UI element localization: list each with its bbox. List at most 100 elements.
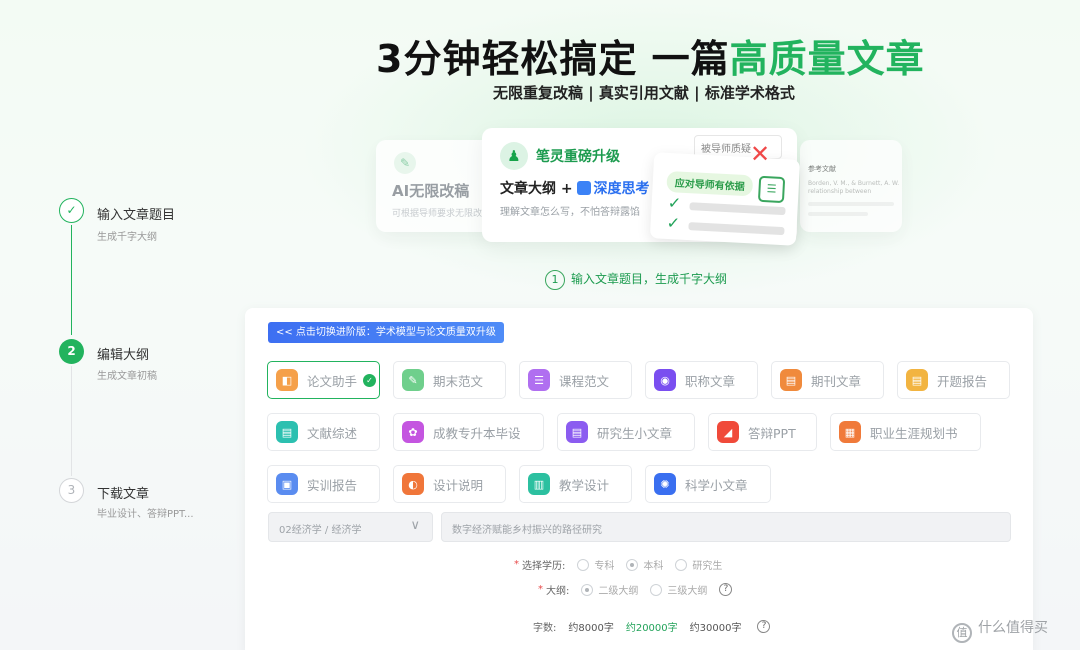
watermark-text: 什么值得买 bbox=[978, 620, 1048, 636]
stepper-line-done bbox=[71, 225, 72, 335]
category-label: 开题报告 bbox=[937, 373, 988, 389]
hero-subtitle: 无限重复改稿 | 真实引用文献 | 标准学术格式 bbox=[493, 84, 795, 102]
help-icon[interactable]: ? bbox=[757, 620, 771, 633]
category-grad-short-article[interactable]: ▤ 研究生小文章 bbox=[557, 413, 695, 451]
feature-headline: 文章大纲 + 深度思考 bbox=[500, 178, 649, 198]
document-icon: ▤ bbox=[276, 421, 298, 443]
radio-two-level[interactable] bbox=[581, 583, 594, 596]
category-label: 期末范文 bbox=[433, 373, 484, 389]
topic-input[interactable]: 数字经济赋能乡村振兴的路径研究 bbox=[441, 512, 1011, 542]
deep-think-icon bbox=[577, 181, 592, 195]
step-2-title[interactable]: 编辑大纲 bbox=[97, 344, 149, 363]
check-icon: ✓ bbox=[666, 212, 681, 233]
category-proposal[interactable]: ▤ 开题报告 bbox=[897, 361, 1010, 399]
category-label: 研究生小文章 bbox=[597, 425, 673, 441]
chess-piece-icon: ♟ bbox=[500, 142, 528, 170]
list-icon: ☰ bbox=[528, 369, 550, 391]
flower-icon: ✿ bbox=[402, 421, 424, 443]
wordcount-8000[interactable]: 约8000字 bbox=[568, 619, 613, 634]
category-career-plan[interactable]: ▦ 职业生涯规划书 bbox=[830, 413, 981, 451]
category-label: 答辩PPT bbox=[748, 425, 796, 441]
step-1-check-icon: ✓ bbox=[59, 198, 84, 223]
discipline-value: 02经济学 / 经济学 bbox=[279, 525, 362, 536]
teaching-icon: ▥ bbox=[528, 473, 550, 495]
step-caption-text: 输入文章题目，生成千字大纲 bbox=[571, 272, 728, 286]
step-3-sub: 毕业设计、答辩PPT... bbox=[97, 509, 194, 520]
category-label: 论文助手 bbox=[307, 373, 358, 389]
edit-icon: ✎ bbox=[394, 152, 416, 174]
step-number: 1 bbox=[545, 270, 565, 290]
category-training-report[interactable]: ▣ 实训报告 bbox=[267, 465, 380, 503]
step-2-number: 2 bbox=[59, 339, 84, 364]
category-teaching-design[interactable]: ▥ 教学设计 bbox=[519, 465, 632, 503]
category-adult-upgrade-thesis[interactable]: ✿ 成教专升本毕设 bbox=[393, 413, 544, 451]
category-label: 职称文章 bbox=[685, 373, 736, 389]
category-final-essay[interactable]: ✎ 期末范文 bbox=[393, 361, 506, 399]
category-literature-review[interactable]: ▤ 文献综述 bbox=[267, 413, 380, 451]
text-line bbox=[688, 222, 785, 236]
radio-graduate[interactable] bbox=[675, 558, 688, 571]
category-design-notes[interactable]: ◐ 设计说明 bbox=[393, 465, 506, 503]
selected-check-icon: ✓ bbox=[363, 373, 377, 387]
radio-bachelor[interactable] bbox=[626, 558, 639, 571]
journal-icon: ▤ bbox=[780, 369, 802, 391]
wordcount-30000[interactable]: 约30000字 bbox=[690, 619, 742, 634]
category-label: 职业生涯规划书 bbox=[870, 425, 958, 441]
switch-advanced-button[interactable]: << 点击切换进阶版：学术模型与论文质量双升级 bbox=[268, 322, 504, 343]
category-paper-assistant[interactable]: ◧ 论文助手 ✓ bbox=[267, 361, 380, 399]
step-caption: 1 输入文章题目，生成千字大纲 bbox=[545, 270, 727, 290]
step-3-title[interactable]: 下载文章 bbox=[97, 483, 149, 502]
text-line bbox=[689, 202, 786, 216]
evidence-tag: 应对导师有依据 bbox=[666, 170, 754, 197]
ppt-icon: ◢ bbox=[717, 421, 739, 443]
option-label: 本科 bbox=[643, 561, 664, 572]
wordcount-label: 字数: bbox=[533, 623, 557, 634]
radio-three-level[interactable] bbox=[650, 583, 663, 596]
watermark-logo-icon: 值 bbox=[952, 623, 972, 643]
paper-icon: ◧ bbox=[276, 369, 298, 391]
help-icon[interactable]: ? bbox=[719, 583, 733, 596]
category-label: 实训报告 bbox=[307, 477, 358, 493]
feature-title: AI无限改稿 bbox=[392, 182, 470, 200]
atom-icon: ✺ bbox=[654, 473, 676, 495]
option-label: 研究生 bbox=[692, 561, 723, 572]
category-title-article[interactable]: ◉ 职称文章 bbox=[645, 361, 758, 399]
hero-title-highlight: 高质量文章 bbox=[729, 37, 925, 81]
wordcount-row: 字数: 约8000字 约20000字 约30000字 ? bbox=[533, 619, 771, 634]
check-icon: ✓ bbox=[667, 193, 682, 213]
education-row: * 选择学历: 专科 本科 研究生 bbox=[514, 557, 722, 572]
hero-title: 3分钟轻松搞定 一篇高质量文章 bbox=[376, 28, 925, 83]
step-1-sub: 生成千字大纲 bbox=[97, 232, 157, 243]
step-1-title[interactable]: 输入文章题目 bbox=[97, 204, 175, 223]
report-icon: ▣ bbox=[276, 473, 298, 495]
outline-label: 大纲: bbox=[546, 586, 570, 597]
stepper-line-todo bbox=[71, 366, 72, 476]
discipline-select[interactable]: 02经济学 / 经济学 ∨ bbox=[268, 512, 433, 542]
category-journal-article[interactable]: ▤ 期刊文章 bbox=[771, 361, 884, 399]
category-label: 教学设计 bbox=[559, 477, 610, 493]
text-line bbox=[808, 202, 894, 206]
cross-icon: ✕ bbox=[750, 140, 771, 168]
category-label: 课程范文 bbox=[559, 373, 610, 389]
design-icon: ◐ bbox=[402, 473, 424, 495]
category-course-essay[interactable]: ☰ 课程范文 bbox=[519, 361, 632, 399]
report-icon: ▤ bbox=[906, 369, 928, 391]
category-science-article[interactable]: ✺ 科学小文章 bbox=[645, 465, 771, 503]
category-label: 期刊文章 bbox=[811, 373, 862, 389]
badge-icon: ◉ bbox=[654, 369, 676, 391]
category-defense-ppt[interactable]: ◢ 答辩PPT bbox=[708, 413, 817, 451]
plan-icon: ▦ bbox=[839, 421, 861, 443]
reference-card: 参考文献 Borden, V. M., & Burnett, A. W. rel… bbox=[800, 140, 902, 232]
step-2-sub: 生成文章初稿 bbox=[97, 371, 157, 382]
wordcount-20000[interactable]: 约20000字 bbox=[626, 619, 678, 634]
option-label: 三级大纲 bbox=[667, 586, 708, 597]
step-3-number: 3 bbox=[59, 478, 84, 503]
reference-text: Borden, V. M., & Burnett, A. W. relation… bbox=[808, 180, 900, 195]
required-mark: * bbox=[538, 584, 543, 595]
radio-junior-college[interactable] bbox=[577, 558, 590, 571]
document-icon: ☰ bbox=[757, 175, 786, 204]
category-label: 成教专升本毕设 bbox=[433, 425, 521, 441]
category-label: 科学小文章 bbox=[685, 477, 748, 493]
outline-row: * 大纲: 二级大纲 三级大纲 ? bbox=[538, 582, 733, 597]
feature-desc: 理解文章怎么写，不怕答辩露馅 bbox=[500, 207, 640, 218]
